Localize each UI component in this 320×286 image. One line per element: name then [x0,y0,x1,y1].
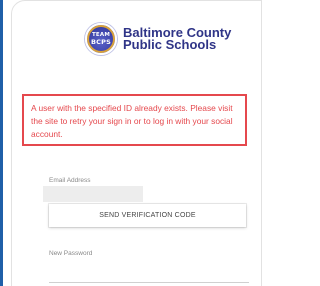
district-name-line2: Public Schools [123,37,217,52]
signup-page: TEAM BCPS Baltimore County Public School… [0,0,262,286]
team-bcps-badge-icon: TEAM BCPS [85,23,117,55]
district-logo: TEAM BCPS Baltimore County Public School… [85,23,231,55]
district-name: Baltimore County Public Schools [123,26,231,52]
new-password-field[interactable] [49,282,249,283]
error-message: A user with the specified ID already exi… [22,94,247,146]
email-field[interactable] [43,186,143,202]
send-verification-code-button[interactable]: SEND VERIFICATION CODE [49,204,246,227]
email-label: Email Address [49,177,91,184]
signup-card: TEAM BCPS Baltimore County Public School… [11,0,262,286]
background-edge [0,0,3,286]
new-password-label: New Password [49,250,93,257]
